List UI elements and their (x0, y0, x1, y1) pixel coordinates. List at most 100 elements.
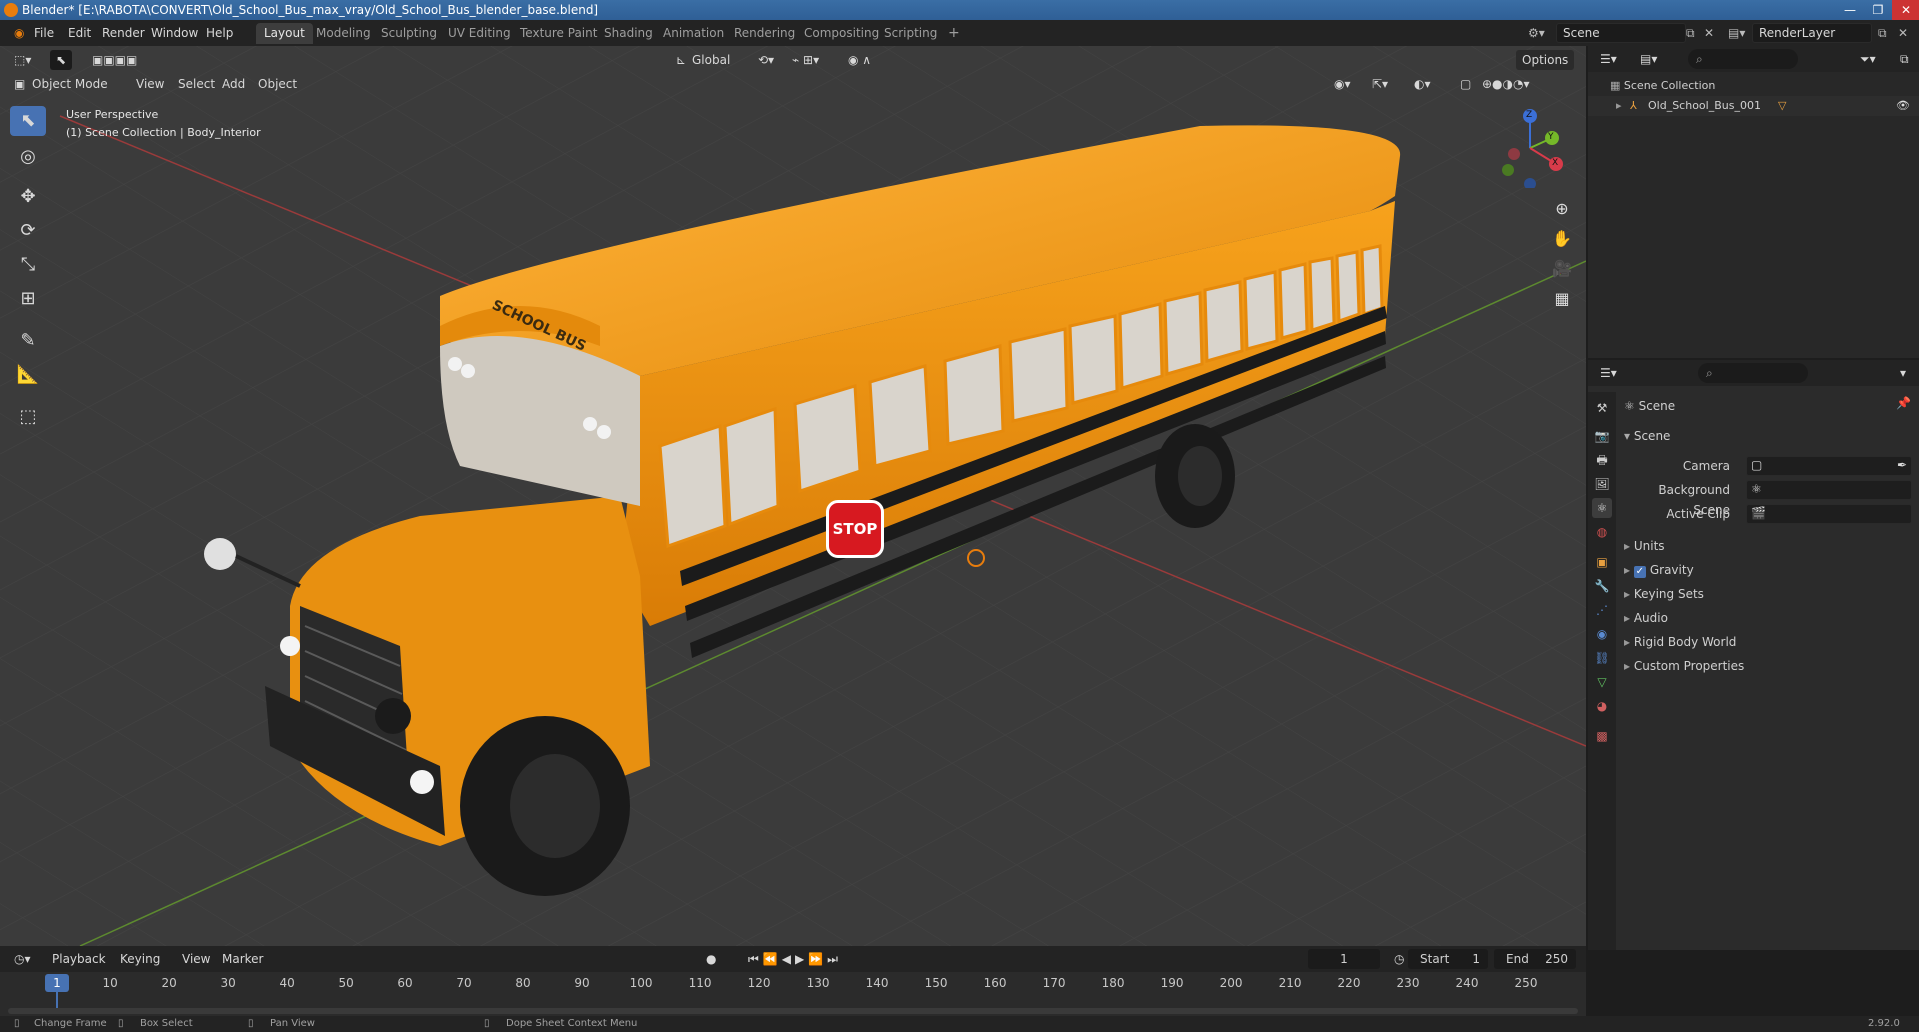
object-tab-icon[interactable]: ▣ (1592, 552, 1612, 572)
viewport-menu-select[interactable]: Select (172, 74, 221, 94)
move-tool-icon[interactable]: ✥ (10, 182, 46, 212)
outliner-search-input[interactable]: ⌕ (1688, 49, 1798, 69)
tab-compositing[interactable]: Compositing (796, 23, 887, 44)
delete-layer-icon[interactable]: ✕ (1892, 24, 1914, 42)
keying-menu[interactable]: Keying (114, 949, 166, 969)
panel-gravity[interactable]: ▸ ✓ Gravity (1624, 560, 1694, 580)
modifier-tab-icon[interactable]: 🔧 (1592, 576, 1612, 596)
viewport-menu-object[interactable]: Object (252, 74, 303, 94)
material-tab-icon[interactable]: ◕ (1592, 696, 1612, 716)
pan-hand-icon[interactable]: ✋ (1550, 224, 1574, 254)
selection-mode-icons[interactable]: ▣▣▣▣ (86, 50, 143, 70)
select-box-tool-icon[interactable]: ⬉ (10, 106, 46, 136)
pin-icon[interactable]: 📌 (1896, 396, 1911, 410)
ortho-grid-icon[interactable]: ▦ (1550, 284, 1574, 314)
tab-scripting[interactable]: Scripting (876, 23, 945, 44)
view-layer-icon[interactable]: ▤▾ (1722, 24, 1751, 42)
background-scene-field[interactable]: ⚛ (1746, 480, 1912, 500)
visibility-eye-icon[interactable]: 👁 (1896, 96, 1910, 116)
tab-uv-editing[interactable]: UV Editing (440, 23, 519, 44)
3d-viewport[interactable]: SCHOOL BUS STOP User Perspective (1) Sce… (0, 46, 1586, 946)
world-tab-icon[interactable]: ◍ (1592, 522, 1612, 542)
tool-tab-icon[interactable]: ⚒ (1592, 398, 1612, 418)
tab-modeling[interactable]: Modeling (308, 23, 379, 44)
cursor-tool-icon[interactable]: ◎ (10, 142, 46, 172)
transform-orientation-dropdown[interactable]: Global (686, 50, 736, 70)
zoom-icon[interactable]: ⊕ (1550, 194, 1574, 224)
rotate-tool-icon[interactable]: ⟳ (10, 216, 46, 246)
scene-tab-icon[interactable]: ⚛ (1592, 498, 1612, 518)
tab-animation[interactable]: Animation (655, 23, 732, 44)
physics-tab-icon[interactable]: ◉ (1592, 624, 1612, 644)
properties-options-icon[interactable]: ▾ (1894, 363, 1912, 383)
tab-layout[interactable]: Layout (256, 23, 313, 44)
panel-rigid-body-world[interactable]: ▸ Rigid Body World (1624, 632, 1736, 652)
gizmo-toggle-icon[interactable]: ⇱▾ (1366, 74, 1394, 94)
measure-tool-icon[interactable]: 📐 (10, 360, 46, 390)
view-layer-tab-icon[interactable]: 🖼 (1592, 474, 1612, 494)
overlay-toggle-icon[interactable]: ◐▾ (1408, 74, 1437, 94)
outliner-item[interactable]: ▸ ⅄ Old_School_Bus_001 ▽ 👁 (1588, 96, 1919, 116)
filter-icon[interactable]: ⏷▾ (1854, 49, 1882, 69)
minimize-button[interactable]: — (1836, 0, 1864, 20)
timeline-scrollbar[interactable] (8, 1008, 1578, 1014)
eyedropper-icon[interactable]: ✒ (1897, 458, 1907, 472)
proportional-edit-icon[interactable]: ◉ ∧ (842, 50, 877, 70)
properties-editor-icon[interactable]: ☰▾ (1594, 363, 1623, 383)
render-layer-field[interactable]: RenderLayer (1752, 23, 1872, 43)
tab-texture-paint[interactable]: Texture Paint (512, 23, 605, 44)
scale-tool-icon[interactable]: ⤡ (10, 250, 46, 280)
menu-file[interactable]: File (28, 24, 60, 42)
editor-type-icon[interactable]: ⬚▾ (8, 50, 37, 70)
expand-arrow-icon[interactable]: ▸ (1616, 96, 1622, 116)
new-layer-icon[interactable]: ⧉ (1872, 24, 1893, 42)
transform-tool-icon[interactable]: ⊞ (10, 284, 46, 314)
menu-edit[interactable]: Edit (62, 24, 97, 42)
maximize-button[interactable]: ❐ (1864, 0, 1892, 20)
shading-modes-icons[interactable]: ⊕●◑◔▾ (1476, 74, 1536, 94)
gravity-checkbox[interactable]: ✓ (1633, 566, 1646, 578)
tab-shading[interactable]: Shading (596, 23, 661, 44)
menu-help[interactable]: Help (200, 24, 239, 42)
delete-scene-icon[interactable]: ✕ (1698, 24, 1720, 42)
add-workspace-button[interactable]: + (940, 23, 968, 44)
texture-tab-icon[interactable]: ▩ (1592, 726, 1612, 746)
panel-keying-sets[interactable]: ▸ Keying Sets (1624, 584, 1704, 604)
snap-icon[interactable]: ⌁ ⊞▾ (786, 50, 825, 70)
end-frame-field[interactable]: End 250 (1494, 949, 1576, 969)
annotate-tool-icon[interactable]: ✎ (10, 326, 46, 356)
select-tool-icon[interactable]: ⬉ (50, 50, 73, 70)
camera-field[interactable]: ▢ ✒ (1746, 456, 1912, 476)
marker-menu[interactable]: Marker (216, 949, 269, 969)
panel-audio[interactable]: ▸ Audio (1624, 608, 1668, 628)
xray-icon[interactable]: ▢ (1454, 74, 1477, 94)
start-frame-field[interactable]: Start 1 (1408, 949, 1488, 969)
close-button[interactable]: ✕ (1892, 0, 1919, 20)
navigation-gizmo[interactable]: Z Y X (1490, 108, 1570, 190)
timeline-view-menu[interactable]: View (176, 949, 216, 969)
playback-menu[interactable]: Playback (46, 949, 112, 969)
timeline-editor-icon[interactable]: ◷▾ (8, 949, 37, 969)
output-tab-icon[interactable]: 🖶 (1592, 450, 1612, 470)
options-dropdown[interactable]: Options (1516, 50, 1575, 70)
viewport-menu-view[interactable]: View (130, 74, 170, 94)
scene-selector-icon[interactable]: ⚙▾ (1522, 24, 1551, 42)
scene-collection-row[interactable]: ▦ Scene Collection (1610, 76, 1715, 96)
visibility-icon[interactable]: ◉▾ (1328, 74, 1357, 94)
new-collection-icon[interactable]: ⧉ (1894, 49, 1915, 69)
active-clip-field[interactable]: 🎬 (1746, 504, 1912, 524)
render-tab-icon[interactable]: 📷 (1592, 426, 1612, 446)
object-mode-dropdown[interactable]: Object Mode (26, 74, 114, 94)
current-frame-field[interactable]: 1 (1308, 949, 1380, 969)
constraints-tab-icon[interactable]: ⛓ (1592, 648, 1612, 668)
menu-render[interactable]: Render (96, 24, 151, 42)
pivot-icon[interactable]: ⟲▾ (752, 50, 780, 70)
camera-view-icon[interactable]: 🎥 (1550, 254, 1574, 284)
outliner-editor-icon[interactable]: ☰▾ (1594, 49, 1623, 69)
data-tab-icon[interactable]: ▽ (1592, 672, 1612, 692)
display-mode-icon[interactable]: ▤▾ (1634, 49, 1663, 69)
menu-window[interactable]: Window (145, 24, 204, 42)
scene-section-header[interactable]: ▾ Scene (1624, 426, 1670, 446)
panel-custom-properties[interactable]: ▸ Custom Properties (1624, 656, 1744, 676)
playback-controls-icons[interactable]: ⏮⏪◀▶⏩⏭ (742, 949, 848, 969)
